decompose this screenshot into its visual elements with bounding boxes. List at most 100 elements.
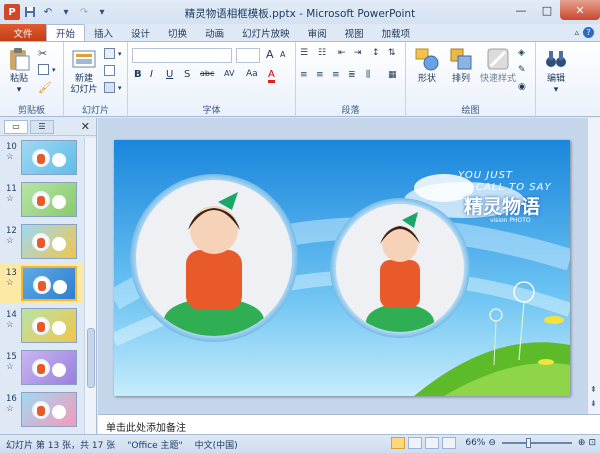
slide-thumbnail[interactable]: 10 ☆ (0, 138, 84, 178)
align-center-button[interactable]: ≡ (316, 70, 324, 80)
ribbon-minimize-icon[interactable]: ▵ (574, 28, 579, 38)
cut-icon: ✂ (38, 47, 48, 60)
outline-view-tab[interactable]: ☰ (30, 119, 54, 134)
normal-view-button[interactable] (391, 437, 406, 449)
tab-transitions[interactable]: 切换 (159, 24, 196, 41)
slide-thumbnail[interactable]: 15 ☆ (0, 348, 84, 388)
font-size-combo[interactable] (236, 48, 260, 63)
smartart-button[interactable]: ▦ (388, 70, 397, 80)
format-painter-button[interactable]: 🖌 (38, 81, 52, 94)
next-slide-icon[interactable]: ⇟ (590, 399, 597, 408)
slides-view-tab[interactable]: ▭ (4, 119, 28, 134)
text-direction-button[interactable]: ⇅ (388, 48, 396, 58)
slide-sorter-view-button[interactable] (408, 437, 423, 449)
decrease-indent-button[interactable]: ⇤ (338, 48, 346, 58)
columns-button[interactable]: ⫼ (366, 70, 370, 80)
fit-to-window-icon[interactable]: ⊡ (588, 438, 596, 448)
shadow-button[interactable]: abc (200, 69, 214, 78)
redo-icon[interactable]: ↷ (76, 4, 92, 20)
customize-qat-icon[interactable]: ▾ (94, 4, 110, 20)
justify-button[interactable]: ≣ (348, 70, 356, 80)
notes-pane[interactable]: 单击此处添加备注 (98, 414, 600, 434)
copy-icon (38, 64, 49, 75)
thumbnail-image (21, 350, 77, 385)
quick-access-toolbar: P ↶ ▾ ↷ ▾ (0, 4, 110, 20)
paste-icon (10, 48, 30, 71)
quick-styles-button[interactable]: 快速样式 (478, 46, 518, 85)
numbering-button[interactable]: ☷ (318, 48, 326, 58)
minimize-button[interactable]: — (508, 0, 534, 20)
align-right-button[interactable]: ≡ (332, 70, 340, 80)
italic-button[interactable]: I (150, 69, 153, 80)
tab-review[interactable]: 审阅 (299, 24, 336, 41)
maximize-button[interactable]: □ (534, 0, 560, 20)
dropdown-small-icon[interactable]: ▾ (58, 4, 74, 20)
zoom-slider-knob[interactable] (525, 438, 531, 448)
line-spacing-icon: ↕ (372, 48, 380, 58)
thumbnail-image (21, 140, 77, 175)
bullets-icon: ☰ (300, 48, 309, 58)
bullets-button[interactable]: ☰ (300, 48, 308, 58)
reading-view-button[interactable] (425, 437, 440, 449)
line-spacing-button[interactable]: ↕ (372, 48, 380, 58)
shape-outline-button[interactable]: ✎ (518, 65, 526, 75)
zoom-in-icon[interactable]: ⊕ (578, 438, 586, 448)
tab-insert[interactable]: 插入 (85, 24, 122, 41)
tab-design[interactable]: 设计 (122, 24, 159, 41)
thumbnail-scroll-thumb[interactable] (87, 328, 95, 388)
current-slide[interactable]: YOU JUST CALL TO SAY 精灵物语 vision PHOTO (114, 140, 570, 396)
shape-effects-button[interactable]: ◉ (518, 82, 526, 92)
font-color-button[interactable]: A (268, 69, 275, 83)
tab-home[interactable]: 开始 (46, 24, 86, 41)
shrink-font-icon[interactable]: A (280, 50, 285, 59)
slide-thumbnail[interactable]: 12 ☆ (0, 222, 84, 262)
tab-file[interactable]: 文件 (0, 24, 46, 41)
tab-addins[interactable]: 加载项 (373, 24, 420, 41)
tab-slideshow[interactable]: 幻灯片放映 (233, 24, 299, 41)
close-button[interactable]: ✕ (560, 0, 600, 20)
tab-view[interactable]: 视图 (336, 24, 373, 41)
thumbnail-number: 11 ☆ (6, 184, 17, 204)
help-icon[interactable]: ? (583, 27, 594, 38)
brand-subtitle: vision PHOTO (490, 217, 531, 224)
prev-slide-icon[interactable]: ⇞ (590, 385, 597, 394)
arrange-button[interactable]: 排列 (446, 46, 476, 85)
shapes-button[interactable]: 形状 (412, 46, 442, 85)
change-case-button[interactable]: Aa (246, 69, 258, 79)
char-spacing-button[interactable]: AV (224, 69, 234, 78)
zoom-out-icon[interactable]: ⊖ (488, 438, 496, 448)
theme-status[interactable]: "Office 主题" (121, 438, 188, 451)
zoom-level[interactable]: 66% (465, 438, 485, 448)
increase-indent-button[interactable]: ⇥ (354, 48, 362, 58)
pane-close-icon[interactable]: ✕ (81, 120, 90, 133)
new-slide-button[interactable]: 新建 幻灯片 (68, 46, 100, 96)
slide-thumbnail[interactable]: 13 ☆ (0, 264, 84, 304)
slide-thumbnail[interactable]: 16 ☆ (0, 390, 84, 430)
bold-button[interactable]: B (134, 69, 142, 80)
save-icon[interactable] (22, 4, 38, 20)
align-left-button[interactable]: ≡ (300, 70, 308, 80)
reset-button[interactable] (104, 65, 115, 76)
slideshow-view-button[interactable] (442, 437, 457, 449)
thumbnail-scrollbar[interactable] (84, 138, 96, 434)
slide-scrollbar[interactable]: ⇞ ⇟ (587, 118, 600, 414)
zoom-slider[interactable] (501, 438, 572, 448)
slide-thumbnail[interactable]: 11 ☆ (0, 180, 84, 220)
cut-button[interactable]: ✂ (38, 47, 47, 60)
powerpoint-logo-icon[interactable]: P (4, 4, 20, 20)
paste-dropdown-icon: ▾ (16, 85, 22, 95)
layout-button[interactable]: ▾ (104, 48, 122, 59)
strike-button[interactable]: S (184, 69, 190, 80)
language-status[interactable]: 中文(中国) (189, 438, 244, 451)
editing-button[interactable]: 编辑 ▾ (540, 46, 572, 96)
tab-animations[interactable]: 动画 (196, 24, 233, 41)
undo-icon[interactable]: ↶ (40, 4, 56, 20)
font-name-combo[interactable] (132, 48, 232, 63)
slide-thumbnail[interactable]: 14 ☆ (0, 306, 84, 346)
underline-button[interactable]: U (166, 69, 173, 80)
section-button[interactable]: ▾ (104, 82, 122, 93)
copy-button[interactable]: ▾ (38, 64, 56, 75)
shape-fill-button[interactable]: ◈ (518, 48, 525, 58)
paste-button[interactable]: 粘贴 ▾ (6, 46, 32, 96)
grow-font-icon[interactable]: A (266, 48, 274, 61)
